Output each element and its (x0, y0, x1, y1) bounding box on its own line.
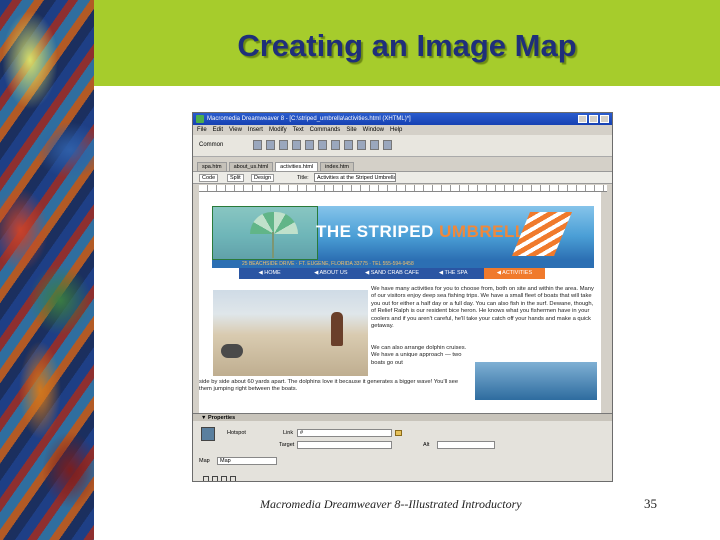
map-name-input[interactable]: Map (217, 457, 277, 465)
page-number: 35 (644, 496, 657, 511)
slide-title: Creating an Image Map (237, 28, 577, 63)
insert-category-select[interactable]: Common (199, 142, 223, 148)
nav-the-spa[interactable]: ◀ THE SPA (423, 268, 484, 279)
address-strip: 25 BEACHSIDE DRIVE · FT. EUGENE, FLORIDA… (212, 260, 594, 268)
link-label: Link (283, 430, 294, 436)
nav-about-us[interactable]: ◀ ABOUT US (300, 268, 361, 279)
hyperlink-icon[interactable] (253, 140, 262, 150)
alt-input[interactable] (437, 441, 495, 449)
table-icon[interactable] (292, 140, 301, 150)
polygon-hotspot-icon[interactable] (230, 476, 236, 481)
insert-toolbar-icons (253, 140, 392, 150)
menu-file[interactable]: File (197, 127, 207, 133)
document-toolbar: Code Split Design Title: Activities at t… (193, 171, 612, 184)
code-view-button[interactable]: Code (199, 174, 219, 182)
dolphin-photo (475, 362, 597, 400)
hotspot-label: Hotspot (227, 430, 246, 436)
tab-spa[interactable]: spa.htm (197, 162, 227, 171)
decorative-painting (0, 0, 94, 540)
close-icon[interactable] (600, 115, 609, 123)
menu-help[interactable]: Help (390, 127, 402, 133)
menu-text[interactable]: Text (293, 127, 304, 133)
tab-index[interactable]: index.htm (320, 162, 355, 171)
banner-brand: THE STRIPED UMBRELLA (316, 222, 538, 241)
comment-icon[interactable] (357, 140, 366, 150)
menu-commands[interactable]: Commands (310, 127, 341, 133)
banner-image: THE STRIPED UMBRELLA (212, 206, 594, 260)
properties-header[interactable]: ▼ Properties (193, 413, 612, 421)
activities-paragraph: We have many activities for you to choos… (371, 286, 594, 330)
menu-edit[interactable]: Edit (213, 127, 223, 133)
dreamweaver-logo-icon (196, 115, 204, 123)
menu-insert[interactable]: Insert (248, 127, 263, 133)
date-icon[interactable] (344, 140, 353, 150)
properties-panel: Hotspot Link # Target Alt Map Map (193, 421, 612, 481)
menu-modify[interactable]: Modify (269, 127, 287, 133)
layer-icon[interactable] (305, 140, 314, 150)
email-link-icon[interactable] (266, 140, 275, 150)
window-title-bar: Macromedia Dreamweaver 8 - [C:\striped_u… (193, 113, 612, 125)
tab-about-us[interactable]: about_us.html (228, 162, 274, 171)
menu-site[interactable]: Site (346, 127, 356, 133)
document-tabs: spa.htm about_us.html activities.html in… (197, 162, 355, 171)
brand-prefix: THE STRIPED (316, 222, 440, 241)
image-icon[interactable] (318, 140, 327, 150)
target-select[interactable] (297, 441, 392, 449)
media-icon[interactable] (331, 140, 340, 150)
link-input[interactable]: # (297, 429, 392, 437)
window-controls (578, 115, 609, 123)
oval-hotspot-icon[interactable] (221, 476, 227, 481)
pointer-hotspot-icon[interactable] (203, 476, 209, 481)
title-label: Title: (297, 175, 309, 181)
person-figure (331, 312, 343, 346)
tab-activities[interactable]: activities.html (275, 162, 319, 171)
window-title: Macromedia Dreamweaver 8 - [C:\striped_u… (207, 116, 411, 122)
nav-sand-crab-cafe[interactable]: ◀ SAND CRAB CAFE (361, 268, 422, 279)
beach-chair-graphic (512, 212, 572, 256)
hotspot-tools (203, 476, 236, 481)
slide-caption: Macromedia Dreamweaver 8--Illustrated In… (260, 497, 522, 511)
maximize-icon[interactable] (589, 115, 598, 123)
heron-figure (221, 344, 243, 358)
tag-chooser-icon[interactable] (383, 140, 392, 150)
menu-window[interactable]: Window (363, 127, 384, 133)
map-label: Map (199, 458, 210, 464)
menu-view[interactable]: View (229, 127, 242, 133)
split-view-button[interactable]: Split (227, 174, 244, 182)
template-icon[interactable] (370, 140, 379, 150)
dreamweaver-screenshot: Macromedia Dreamweaver 8 - [C:\striped_u… (192, 112, 613, 482)
page-title-input[interactable]: Activities at the Striped Umbrella (314, 173, 396, 182)
target-label: Target (279, 442, 295, 448)
nav-activities[interactable]: ◀ ACTIVITIES (483, 268, 546, 279)
minimize-icon[interactable] (578, 115, 587, 123)
design-canvas[interactable]: THE STRIPED UMBRELLA 25 BEACHSIDE DRIVE … (199, 192, 601, 413)
dolphin-paragraph: We can also arrange dolphin cruises. We … (371, 345, 467, 366)
menu-bar: File Edit View Insert Modify Text Comman… (193, 125, 612, 135)
named-anchor-icon[interactable] (279, 140, 288, 150)
rectangle-hotspot-icon[interactable] (212, 476, 218, 481)
browse-folder-icon[interactable] (395, 430, 402, 436)
insert-bar: Common (193, 135, 612, 157)
alt-label: Alt (423, 442, 430, 448)
hotspot-icon (201, 427, 215, 441)
beach-photo (213, 290, 368, 376)
design-view-button[interactable]: Design (251, 174, 275, 182)
dolphin-paragraph-continued: side by side about 60 yards apart. The d… (199, 379, 459, 393)
ruler (199, 185, 607, 192)
image-map-hotspot[interactable] (212, 206, 318, 260)
nav-home[interactable]: ◀ HOME (239, 268, 300, 279)
nav-bar: ◀ HOME ◀ ABOUT US ◀ SAND CRAB CAFE ◀ THE… (239, 268, 546, 279)
